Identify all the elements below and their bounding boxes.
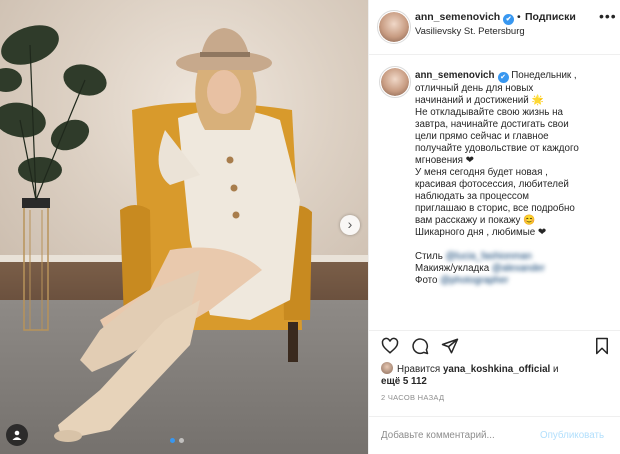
heart-icon[interactable] (381, 337, 399, 355)
carousel-dot (179, 438, 184, 443)
caption-line: вам расскажу и покажу 😊 (415, 215, 536, 226)
verified-icon: ✔ (497, 72, 509, 83)
caption-line: завтра, начинайте достигать свои (415, 119, 569, 130)
more-horizontal-icon[interactable]: ••• (599, 8, 617, 24)
comment-icon[interactable] (411, 337, 429, 355)
caption-line: цели прямо сейчас и главное (415, 131, 549, 142)
avatar[interactable] (379, 12, 409, 42)
location-link[interactable]: Vasilievsky St. Petersburg (415, 26, 525, 37)
credit-prefix: Фото (415, 275, 441, 286)
header-separator: • (517, 11, 521, 23)
caption-line: наблюдать за процессом (415, 191, 530, 202)
caption-section: ann_semenovich ✔ Понедельник , отличный д… (369, 56, 620, 326)
caption-line: начинаний и достижений 🌟 (415, 95, 544, 106)
caption-line: отличный день для новых (415, 83, 534, 94)
tagged-users-button[interactable] (6, 424, 28, 446)
credit-prefix: Стиль (415, 251, 446, 262)
caption-username[interactable]: ann_semenovich (415, 70, 495, 81)
photo-scene (0, 25, 312, 442)
credit-prefix: Макияж/укладка (415, 263, 492, 274)
post-timestamp[interactable]: 2 часов назад (381, 393, 444, 402)
likes-joiner: и (552, 364, 559, 375)
publish-button[interactable]: Опубликовать (540, 430, 604, 441)
carousel-next-button[interactable]: › (340, 215, 360, 235)
credit-handle-link[interactable]: @alexander (492, 263, 545, 274)
comment-box: Опубликовать (369, 416, 620, 454)
bookmark-icon[interactable] (593, 337, 611, 355)
header-username[interactable]: ann_semenovich (415, 11, 500, 23)
caption-line: Шикарного дня , любимые ❤ (415, 227, 547, 238)
comment-input[interactable] (381, 425, 531, 445)
post-side-panel: ann_semenovich ✔ • Подписки Vasilievsky S… (368, 0, 620, 454)
user-icon (12, 430, 22, 440)
liker-avatar[interactable] (381, 362, 393, 374)
caption-line: приглашаю в сторис, все подробно (415, 203, 575, 214)
credit-handle-link[interactable]: @lucia_fashionman (446, 251, 532, 262)
caption-line: У меня сегодня будет новая , (415, 167, 548, 178)
likes-summary: Нравится yana_koshkina_official и ещё 5 … (381, 362, 617, 388)
carousel-dot-active (170, 438, 175, 443)
share-icon[interactable] (441, 337, 459, 355)
likes-prefix: Нравится (397, 364, 441, 375)
post-header: ann_semenovich ✔ • Подписки Vasilievsky S… (369, 0, 620, 55)
caption-line: получайте удовольствие от каждого (415, 143, 579, 154)
caption-avatar[interactable] (381, 68, 409, 96)
header-username-wrap[interactable]: ann_semenovich ✔ (415, 11, 515, 25)
follow-button[interactable]: Подписки (525, 11, 576, 23)
carousel-dots (170, 438, 184, 443)
liker-username[interactable]: yana_koshkina_official (443, 364, 550, 375)
caption-line: Не откладывайте свою жизнь на (415, 107, 563, 118)
caption-line: красивая фотосессия, любителей (415, 179, 569, 190)
caption-text: ann_semenovich ✔ Понедельник , отличный д… (415, 70, 615, 287)
post-photo[interactable]: › (0, 0, 368, 454)
caption-line: Понедельник , (511, 70, 577, 81)
caption-line: мгновения ❤ (415, 155, 474, 166)
action-bar (369, 330, 620, 360)
credit-handle-link[interactable]: @photographer (440, 275, 508, 286)
verified-icon: ✔ (503, 14, 515, 25)
likes-others-link[interactable]: ещё 5 112 (381, 376, 427, 387)
